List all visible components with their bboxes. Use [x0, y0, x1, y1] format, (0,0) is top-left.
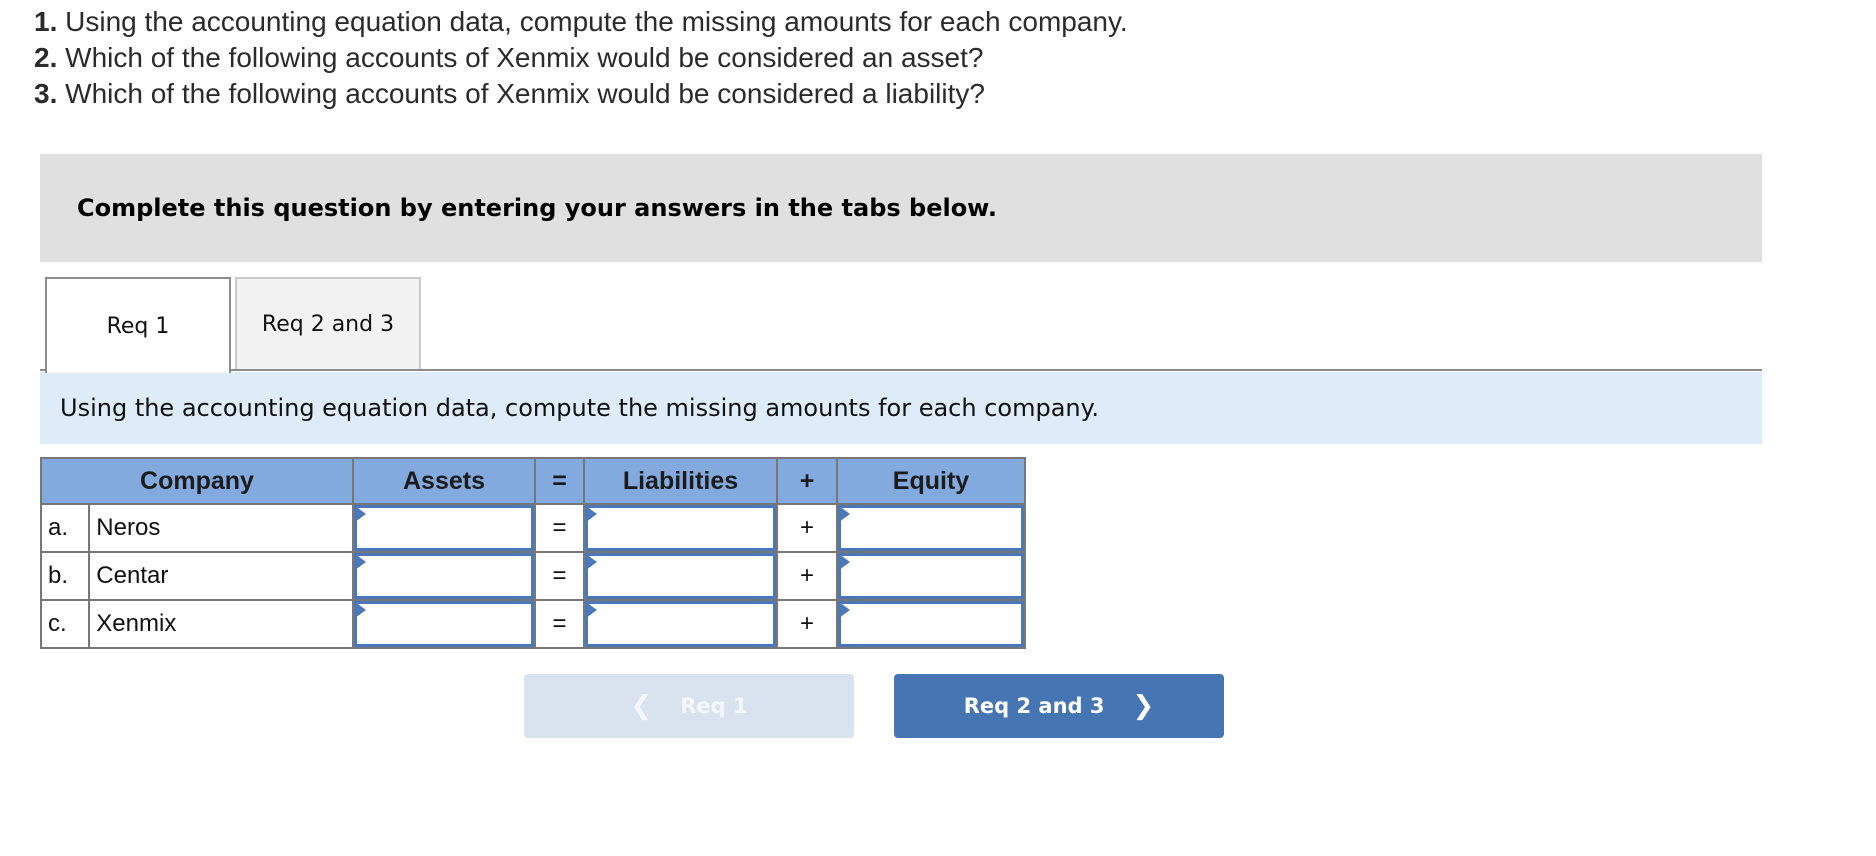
header-plus: +	[776, 457, 838, 505]
equity-cell	[836, 503, 1026, 553]
tab-req-2-and-3[interactable]: Req 2 and 3	[235, 277, 421, 369]
row-letter: a.	[39, 503, 91, 553]
plus-sign: +	[776, 551, 838, 601]
plus-sign: +	[776, 503, 838, 553]
requirement-prompt: Using the accounting equation data, comp…	[40, 372, 1762, 444]
instructions-text: Complete this question by entering your …	[77, 194, 997, 222]
liabilities-input[interactable]	[585, 553, 776, 599]
liabilities-cell	[583, 599, 778, 649]
liabilities-input[interactable]	[585, 505, 776, 551]
header-company: Company	[40, 457, 354, 505]
assets-cell	[352, 551, 536, 601]
question-2: 2. Which of the following accounts of Xe…	[34, 42, 984, 73]
equity-input[interactable]	[838, 601, 1024, 647]
company-name: Centar	[88, 551, 354, 601]
accounting-equation-table: Company Assets = Liabilities + Equity a.…	[39, 457, 1026, 649]
company-name: Neros	[88, 503, 354, 553]
table-row: c. Xenmix = +	[39, 599, 1026, 649]
equals-sign: =	[534, 503, 585, 553]
next-req-button[interactable]: Req 2 and 3 ❯	[894, 674, 1224, 738]
liabilities-cell	[583, 551, 778, 601]
tab-bar: Req 1 Req 2 and 3	[40, 276, 1762, 373]
table-row: b. Centar = +	[39, 551, 1026, 601]
row-letter: b.	[39, 551, 91, 601]
equity-input[interactable]	[838, 505, 1024, 551]
equals-sign: =	[534, 599, 585, 649]
header-equity: Equity	[836, 457, 1026, 505]
question-list: 1. Using the accounting equation data, c…	[34, 4, 1128, 112]
assets-input[interactable]	[354, 601, 534, 647]
header-equals: =	[534, 457, 585, 505]
company-name: Xenmix	[88, 599, 354, 649]
table-header-row: Company Assets = Liabilities + Equity	[40, 457, 1026, 505]
prev-req-label: Req 1	[680, 694, 748, 718]
header-assets: Assets	[352, 457, 536, 505]
next-req-label: Req 2 and 3	[963, 694, 1105, 718]
prev-req-button[interactable]: ❮ Req 1	[524, 674, 854, 738]
equity-cell	[836, 551, 1026, 601]
instructions-banner: Complete this question by entering your …	[40, 154, 1762, 262]
assets-input[interactable]	[354, 505, 534, 551]
assets-input[interactable]	[354, 553, 534, 599]
table-row: a. Neros = +	[39, 503, 1026, 553]
plus-sign: +	[776, 599, 838, 649]
equals-sign: =	[534, 551, 585, 601]
equity-input[interactable]	[838, 553, 1024, 599]
tab-req-1[interactable]: Req 1	[45, 277, 231, 373]
chevron-right-icon: ❯	[1132, 691, 1155, 721]
liabilities-cell	[583, 503, 778, 553]
question-3: 3. Which of the following accounts of Xe…	[34, 78, 985, 109]
header-liabilities: Liabilities	[583, 457, 778, 505]
assets-cell	[352, 599, 536, 649]
chevron-left-icon: ❮	[630, 691, 653, 721]
question-1: 1. Using the accounting equation data, c…	[34, 6, 1128, 37]
assets-cell	[352, 503, 536, 553]
equity-cell	[836, 599, 1026, 649]
liabilities-input[interactable]	[585, 601, 776, 647]
row-letter: c.	[39, 599, 91, 649]
